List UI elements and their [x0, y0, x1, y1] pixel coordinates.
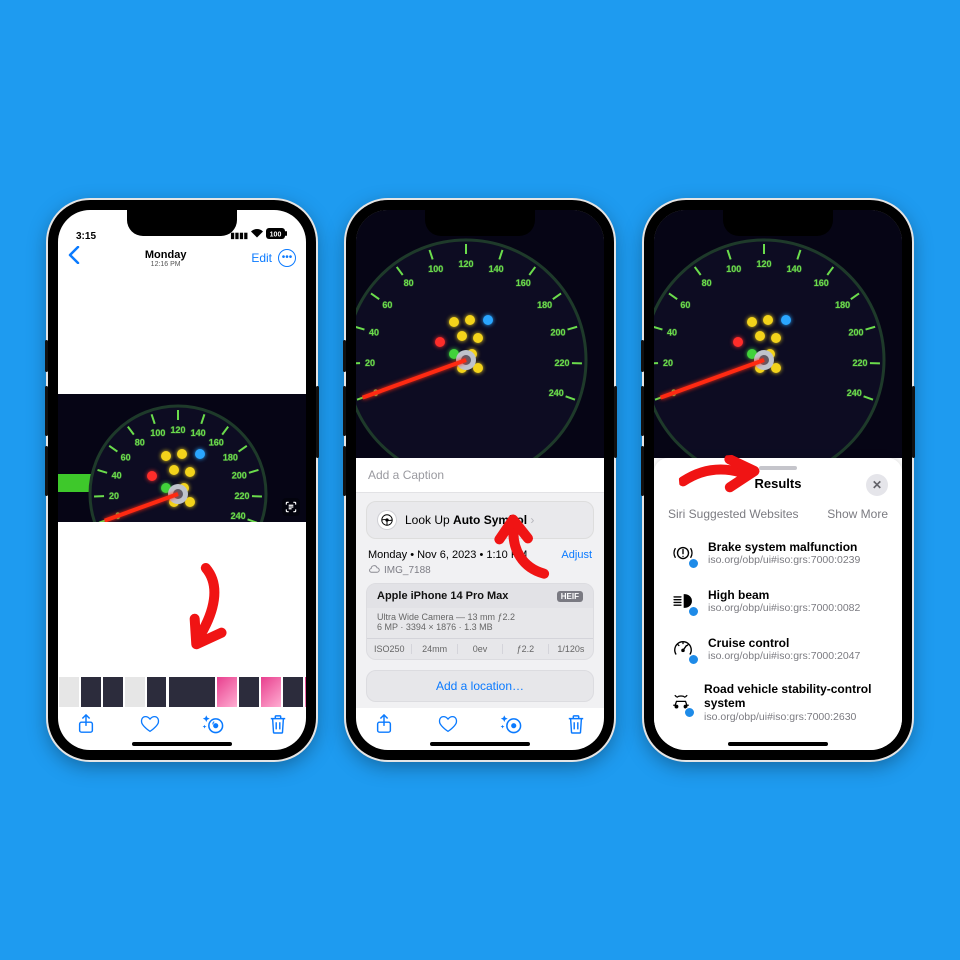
results-sheet: Results ✕ Siri Suggested Websites Show M…	[654, 458, 902, 750]
svg-text:100: 100	[270, 231, 282, 238]
high-beam-icon	[668, 586, 698, 616]
svg-text:180: 180	[223, 452, 238, 462]
favorite-button[interactable]	[434, 715, 462, 738]
status-time: 3:15	[76, 231, 96, 242]
svg-text:40: 40	[369, 327, 379, 337]
filmstrip[interactable]	[58, 676, 306, 708]
result-item[interactable]: Road vehicle stability-control system is…	[668, 673, 888, 732]
show-more-button[interactable]: Show More	[827, 507, 888, 521]
lookup-auto-symbol[interactable]: Look Up Auto Symbol ›	[366, 501, 594, 539]
svg-text:180: 180	[835, 300, 850, 310]
result-item[interactable]: High beam iso.org/obp/ui#iso:grs:7000:00…	[668, 577, 888, 625]
result-title: High beam	[708, 588, 860, 602]
svg-text:200: 200	[232, 471, 247, 481]
svg-text:220: 220	[234, 491, 249, 501]
result-subtitle: iso.org/obp/ui#iso:grs:7000:2047	[708, 650, 860, 662]
result-subtitle: iso.org/obp/ui#iso:grs:7000:0239	[708, 554, 860, 566]
visual-lookup-button[interactable]	[498, 713, 526, 740]
adjust-button[interactable]: Adjust	[561, 549, 592, 561]
svg-text:140: 140	[787, 264, 802, 274]
phone-1: 3:15 ▮▮▮▮ 100 Monday 12:16 PM Edit	[48, 200, 316, 760]
svg-text:180: 180	[537, 300, 552, 310]
result-subtitle: iso.org/obp/ui#iso:grs:7000:0082	[708, 602, 860, 614]
svg-text:20: 20	[663, 358, 673, 368]
battery-icon: 100	[266, 228, 288, 242]
photo-view[interactable]: 020406080100120140160180200220240	[58, 394, 306, 522]
svg-text:80: 80	[404, 278, 414, 288]
svg-text:100: 100	[428, 264, 443, 274]
svg-text:120: 120	[458, 259, 473, 269]
format-badge: HEIF	[557, 591, 583, 602]
edit-button[interactable]: Edit	[251, 251, 272, 265]
add-location-button[interactable]: Add a location…	[366, 670, 594, 702]
svg-text:140: 140	[191, 428, 206, 438]
caption-field[interactable]: Add a Caption	[356, 458, 604, 493]
svg-text:120: 120	[756, 259, 771, 269]
back-button[interactable]	[68, 246, 80, 270]
phone-2: 020406080100120140160180200220240 Add a …	[346, 200, 614, 760]
svg-text:80: 80	[702, 278, 712, 288]
home-indicator[interactable]	[132, 742, 232, 746]
svg-text:80: 80	[135, 438, 145, 448]
svg-text:240: 240	[847, 388, 862, 398]
steering-wheel-icon	[377, 510, 397, 530]
photo-view[interactable]: 020406080100120140160180200220240	[654, 210, 902, 458]
result-subtitle: iso.org/obp/ui#iso:grs:7000:2630	[704, 711, 888, 723]
svg-text:200: 200	[550, 327, 565, 337]
home-indicator[interactable]	[430, 742, 530, 746]
share-button[interactable]	[72, 714, 100, 739]
svg-text:140: 140	[489, 264, 504, 274]
svg-text:160: 160	[209, 438, 224, 448]
photo-title: Monday 12:16 PM	[145, 249, 187, 268]
metadata-card: Apple iPhone 14 Pro Max HEIF Ultra Wide …	[366, 583, 594, 660]
share-button[interactable]	[370, 714, 398, 739]
svg-text:60: 60	[680, 300, 690, 310]
brake-warning-icon	[668, 538, 698, 568]
cellular-icon: ▮▮▮▮	[230, 231, 248, 240]
sheet-handle[interactable]	[759, 466, 797, 470]
photo-date: Monday • Nov 6, 2023 • 1:10 PM	[368, 549, 527, 561]
result-title: Brake system malfunction	[708, 540, 860, 554]
svg-text:220: 220	[852, 358, 867, 368]
svg-text:20: 20	[109, 491, 119, 501]
result-title: Road vehicle stability-control system	[704, 682, 888, 711]
more-button[interactable]: •••	[278, 249, 296, 267]
svg-text:240: 240	[231, 511, 246, 521]
stability-control-icon	[668, 687, 694, 717]
svg-text:40: 40	[112, 471, 122, 481]
svg-text:60: 60	[382, 300, 392, 310]
phone-3: 020406080100120140160180200220240 Result…	[644, 200, 912, 760]
cruise-control-icon	[668, 634, 698, 664]
close-button[interactable]: ✕	[866, 474, 888, 496]
svg-text:100: 100	[150, 428, 165, 438]
svg-text:60: 60	[121, 452, 131, 462]
svg-text:100: 100	[726, 264, 741, 274]
svg-text:40: 40	[667, 327, 677, 337]
favorite-button[interactable]	[136, 715, 164, 738]
svg-text:160: 160	[516, 278, 531, 288]
photo-view[interactable]: 020406080100120140160180200220240	[356, 210, 604, 458]
delete-button[interactable]	[264, 714, 292, 739]
result-item[interactable]: Brake system malfunction iso.org/obp/ui#…	[668, 529, 888, 577]
svg-text:160: 160	[814, 278, 829, 288]
result-item[interactable]: Cruise control iso.org/obp/ui#iso:grs:70…	[668, 625, 888, 673]
file-name: IMG_7188	[356, 561, 604, 583]
info-sheet: Add a Caption Look Up Auto Symbol › Mond…	[356, 458, 604, 708]
svg-text:220: 220	[554, 358, 569, 368]
live-text-icon[interactable]	[282, 498, 300, 516]
wifi-icon	[251, 229, 263, 241]
delete-button[interactable]	[562, 714, 590, 739]
results-title: Results	[755, 476, 802, 491]
annotation-arrow	[146, 555, 258, 673]
suggested-heading: Siri Suggested Websites	[668, 507, 799, 521]
svg-text:240: 240	[549, 388, 564, 398]
result-title: Cruise control	[708, 636, 860, 650]
svg-text:120: 120	[170, 425, 185, 435]
cloud-icon	[368, 564, 380, 576]
svg-text:20: 20	[365, 358, 375, 368]
svg-text:200: 200	[848, 327, 863, 337]
visual-lookup-button[interactable]	[200, 713, 228, 740]
